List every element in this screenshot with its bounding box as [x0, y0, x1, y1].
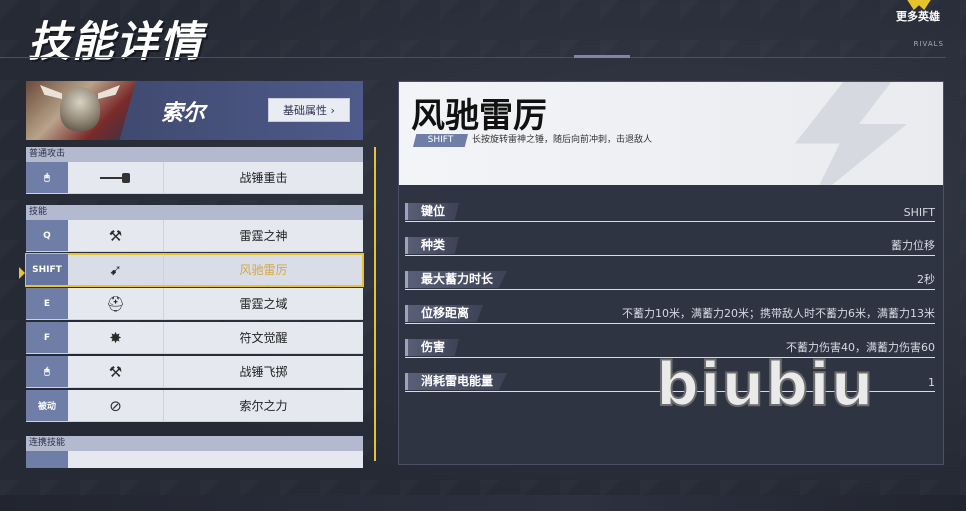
skill-name: 风驰雷厉: [239, 263, 288, 277]
skill-key: SHIFT: [26, 254, 68, 285]
skill-key: E: [26, 288, 68, 319]
prop-value: 蓄力位移: [891, 239, 935, 252]
hero-header: 索尔 基础属性 ›: [26, 81, 363, 140]
bottom-decoration: [0, 495, 966, 511]
prop-label: 种类: [405, 237, 460, 254]
prop-label: 位移距离: [405, 305, 484, 322]
key-tag: SHIFT: [413, 134, 468, 147]
prop-row-charge-time: 最大蓄力时长 2秒: [405, 270, 935, 290]
skill-description: 长按旋转雷神之锤，随后向前冲刺，击退敌人: [472, 135, 653, 145]
prop-label: 键位: [405, 203, 460, 220]
divider-accent: [574, 55, 630, 58]
prop-value: 1: [928, 376, 935, 389]
skill-key: 被动: [26, 390, 68, 421]
thunder-field-icon: ⛑: [68, 288, 164, 319]
prop-row-key: 键位 SHIFT: [405, 202, 935, 222]
skill-name: 索尔之力: [239, 399, 288, 413]
more-heroes-button[interactable]: 更多英雄 RIVALS: [892, 0, 944, 50]
skill-title: 风驰雷厉: [411, 96, 547, 136]
thunder-god-icon: ⚒: [68, 220, 164, 251]
skill-key: F: [26, 322, 68, 353]
skill-name: 雷霆之域: [239, 297, 288, 311]
divider: [0, 57, 946, 58]
skill-name: 符文觉醒: [239, 331, 288, 345]
skill-name: 战锤飞掷: [239, 365, 288, 379]
page-title: 技能详情: [28, 17, 205, 66]
skill-name: 雷霆之神: [239, 229, 288, 243]
section-skills: 技能: [26, 205, 363, 220]
skill-row-normal-attack[interactable]: 🖱 战锤重击: [26, 162, 363, 194]
prop-value: SHIFT: [903, 206, 935, 219]
skill-row-q[interactable]: Q ⚒ 雷霆之神: [26, 220, 363, 252]
skill-detail-header: 风驰雷厉 SHIFT 长按旋转雷神之锤，随后向前冲刺，击退敌人: [399, 82, 943, 185]
prop-label: 伤害: [405, 339, 460, 356]
active-indicator: [19, 267, 25, 279]
skill-row-shift[interactable]: SHIFT ➹ 风驰雷厉: [25, 253, 364, 287]
skill-row-passive[interactable]: 被动 ⊘ 索尔之力: [26, 390, 363, 422]
prop-value: 2秒: [917, 273, 935, 286]
skill-row-throw[interactable]: 🖱 ⚒ 战锤飞掷: [26, 356, 363, 388]
lightning-bolt-icon: [795, 82, 907, 185]
helmet-wing-right: [98, 85, 120, 99]
more-heroes-label: 更多英雄: [896, 10, 940, 23]
rune-awaken-icon: ✸: [68, 322, 164, 353]
prop-row-type: 种类 蓄力位移: [405, 236, 935, 256]
hammer-throw-icon: ⚒: [68, 356, 164, 387]
skill-row-f[interactable]: F ✸ 符文觉醒: [26, 322, 363, 354]
wind-dash-icon: ➹: [68, 254, 164, 285]
hero-helmet: [60, 87, 100, 131]
hero-portrait: [26, 81, 136, 140]
skill-key: 🖱: [26, 356, 68, 387]
skill-row-e[interactable]: E ⛑ 雷霆之域: [26, 288, 363, 320]
hero-name: 索尔: [161, 101, 206, 126]
team-up-row-partial[interactable]: [26, 451, 363, 468]
rivals-label: RIVALS: [913, 40, 944, 48]
section-team-up: 连携技能: [26, 436, 363, 451]
skill-name: 战锤重击: [239, 171, 288, 185]
attributes-button[interactable]: 基础属性 ›: [268, 98, 350, 122]
watermark: biubiu: [655, 349, 875, 421]
skill-key: [26, 451, 68, 468]
mouse-left-icon: [68, 162, 164, 193]
prop-row-distance: 位移距离 不蓄力10米，满蓄力20米；携带敌人时不蓄力6米，满蓄力13米: [405, 304, 935, 324]
prop-label: 最大蓄力时长: [405, 271, 508, 288]
section-normal-attack: 普通攻击: [26, 147, 363, 162]
prop-label: 消耗雷电能量: [405, 373, 508, 390]
passive-bolt-icon: ⊘: [68, 390, 164, 421]
prop-value: 不蓄力10米，满蓄力20米；携带敌人时不蓄力6米，满蓄力13米: [622, 307, 935, 320]
skill-key: Q: [26, 220, 68, 251]
skill-key: 🖱: [26, 162, 68, 193]
scrollbar-thumb[interactable]: [374, 147, 376, 461]
helmet-wing-left: [40, 85, 62, 99]
